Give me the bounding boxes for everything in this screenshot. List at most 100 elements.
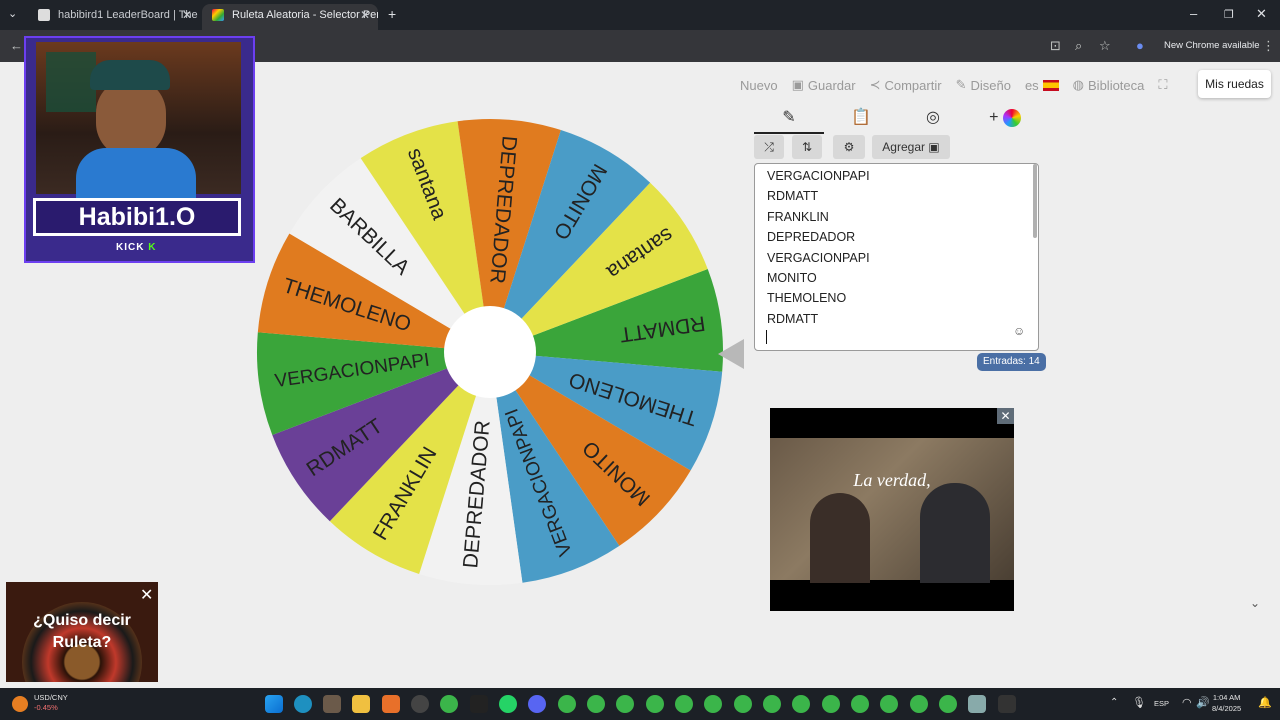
save-icon: ▣ <box>791 77 804 92</box>
mis-ruedas-button[interactable]: Mis ruedas <box>1198 70 1271 98</box>
ruleta-popup-ad[interactable]: ¿Quiso decir Ruleta? <box>6 582 158 682</box>
windows-start-icon[interactable] <box>265 695 283 713</box>
clipboard-icon: 📋 <box>851 109 871 126</box>
chrome-icon[interactable] <box>763 695 781 713</box>
video-person <box>920 483 990 583</box>
fullscreen-icon[interactable]: ⛶ <box>1158 77 1167 93</box>
sort-button[interactable]: ⇅ <box>792 135 822 159</box>
browser-tab-bar: ⌄ habibird1 LeaderBoard | The best ✕ Rul… <box>0 0 1280 30</box>
ticker-change: -0.45% <box>34 703 58 712</box>
chrome-icon[interactable] <box>704 695 722 713</box>
agregar-image-button[interactable]: Agregar ▣ <box>872 135 950 159</box>
new-tab-icon[interactable]: + <box>388 6 396 22</box>
edge-icon[interactable] <box>294 695 312 713</box>
share-icon: ≺ <box>869 77 881 92</box>
maximize-icon[interactable]: ❐ <box>1224 8 1234 21</box>
whatsapp-icon[interactable] <box>499 695 517 713</box>
ad-text: ¿Quiso decir Ruleta? <box>33 612 131 651</box>
sort-icon: ⇅ <box>801 140 813 154</box>
tab-hidden[interactable]: ◎ <box>898 102 968 134</box>
chrome-icon[interactable] <box>851 695 869 713</box>
webcam-overlay: Habibi1.O KICK K <box>24 36 255 263</box>
guardar-link[interactable]: ▣ Guardar <box>792 77 856 93</box>
chrome-icon[interactable] <box>616 695 634 713</box>
tab-entries-edit[interactable]: ✎ <box>754 102 824 134</box>
entry-line: THEMOLENO <box>767 291 847 306</box>
translate-icon[interactable]: ⊡ <box>1050 38 1061 54</box>
chrome-icon[interactable] <box>880 695 898 713</box>
system-clock[interactable]: 1:04 AM 8/4/2025 <box>1212 692 1241 714</box>
window-close-icon[interactable]: ✕ <box>1256 6 1267 22</box>
diseno-link[interactable]: ✎ Diseño <box>956 77 1011 93</box>
app-icon[interactable] <box>470 695 488 713</box>
back-icon[interactable]: ← <box>10 38 23 53</box>
streamer-cap <box>90 60 170 90</box>
wifi-icon[interactable]: ◠ <box>1182 696 1192 709</box>
discord-icon[interactable] <box>528 695 546 713</box>
entry-line: FRANKLIN <box>767 209 829 224</box>
nuevo-link[interactable]: Nuevo <box>740 78 778 93</box>
new-chrome-available-button[interactable]: New Chrome available <box>1134 36 1268 56</box>
wheel-center-hub[interactable] <box>444 306 536 398</box>
spin-wheel[interactable]: RDMATTTHEMOLENOMONITOVERGACIONPAPIDEPRED… <box>250 112 730 592</box>
globe-icon: ◍ <box>1072 77 1085 92</box>
chevron-up-icon[interactable]: ⌃ <box>1110 697 1118 708</box>
shuffle-button[interactable]: ⤮ <box>754 135 784 159</box>
video-close-button[interactable]: ✕ <box>997 408 1014 424</box>
emoji-icon[interactable]: ☺ <box>1013 324 1025 338</box>
microphone-icon[interactable]: 🎙 <box>1132 696 1146 709</box>
video-ad[interactable]: La verdad, <box>770 408 1014 611</box>
entries-textarea[interactable]: VERGACIONPAPI RDMATT FRANKLIN DEPREDADOR VER… <box>754 163 1039 351</box>
compartir-link[interactable]: ≺ Compartir <box>870 77 942 93</box>
entries-scrollbar[interactable] <box>1033 164 1037 238</box>
volume-icon[interactable]: 🔊 <box>1196 696 1210 709</box>
gear-icon: ⚙ <box>843 140 855 154</box>
chrome-icon[interactable] <box>675 695 693 713</box>
app-icon[interactable] <box>968 695 986 713</box>
nuevo-label: Nuevo <box>740 77 778 93</box>
biblioteca-link[interactable]: ◍ Biblioteca <box>1073 77 1145 93</box>
diseno-label: Diseño <box>970 77 1011 93</box>
webcam-background <box>46 52 96 112</box>
plus-icon: + <box>989 109 999 126</box>
stocks-widget-icon[interactable] <box>12 696 28 712</box>
leaderboard-favicon-icon <box>38 9 50 21</box>
chrome-icon[interactable] <box>646 695 664 713</box>
close-tab-icon[interactable]: ✕ <box>182 4 192 26</box>
zoom-icon[interactable]: ⌕ <box>1075 38 1082 54</box>
tab-add-color[interactable]: + <box>970 102 1040 134</box>
language-selector[interactable]: es <box>1025 78 1059 93</box>
chrome-icon[interactable] <box>734 695 752 713</box>
chrome-icon[interactable] <box>822 695 840 713</box>
ruleta-favicon-icon <box>212 9 224 21</box>
tab-ruleta[interactable]: Ruleta Aleatoria - Selector Person... ✕ <box>202 4 378 30</box>
entry-line: VERGACIONPAPI <box>767 250 870 265</box>
minimize-icon[interactable]: – <box>1190 6 1197 21</box>
chevron-down-icon[interactable]: ⌄ <box>1250 596 1260 610</box>
settings-button[interactable]: ⚙ <box>833 135 865 159</box>
language-indicator[interactable]: ESP <box>1154 699 1169 708</box>
biblioteca-label: Biblioteca <box>1088 77 1145 93</box>
app-icon[interactable] <box>382 695 400 713</box>
chrome-icon[interactable] <box>440 695 458 713</box>
chrome-icon[interactable] <box>558 695 576 713</box>
close-tab-icon[interactable]: ✕ <box>360 4 370 26</box>
app-icon[interactable] <box>998 695 1016 713</box>
bookmark-star-icon[interactable]: ☆ <box>1099 38 1111 54</box>
ticker-symbol: USD/CNY <box>34 693 68 702</box>
obs-icon[interactable] <box>411 695 429 713</box>
stock-ticker[interactable]: USD/CNY -0.45% <box>34 693 68 713</box>
chrome-icon[interactable] <box>792 695 810 713</box>
app-icon[interactable] <box>323 695 341 713</box>
file-explorer-icon[interactable] <box>352 695 370 713</box>
chrome-icon[interactable] <box>910 695 928 713</box>
video-caption: La verdad, <box>853 470 931 490</box>
notification-bell-icon[interactable]: 🔔 <box>1258 696 1272 709</box>
clock-date: 8/4/2025 <box>1212 704 1242 713</box>
chrome-icon[interactable] <box>587 695 605 713</box>
tab-results[interactable]: 📋 <box>826 102 896 134</box>
close-icon[interactable]: ✕ <box>140 585 153 605</box>
chrome-icon[interactable] <box>939 695 957 713</box>
tab-leaderboard[interactable]: habibird1 LeaderBoard | The best ✕ <box>28 4 200 30</box>
tab-search-icon[interactable]: ⌄ <box>8 7 17 20</box>
